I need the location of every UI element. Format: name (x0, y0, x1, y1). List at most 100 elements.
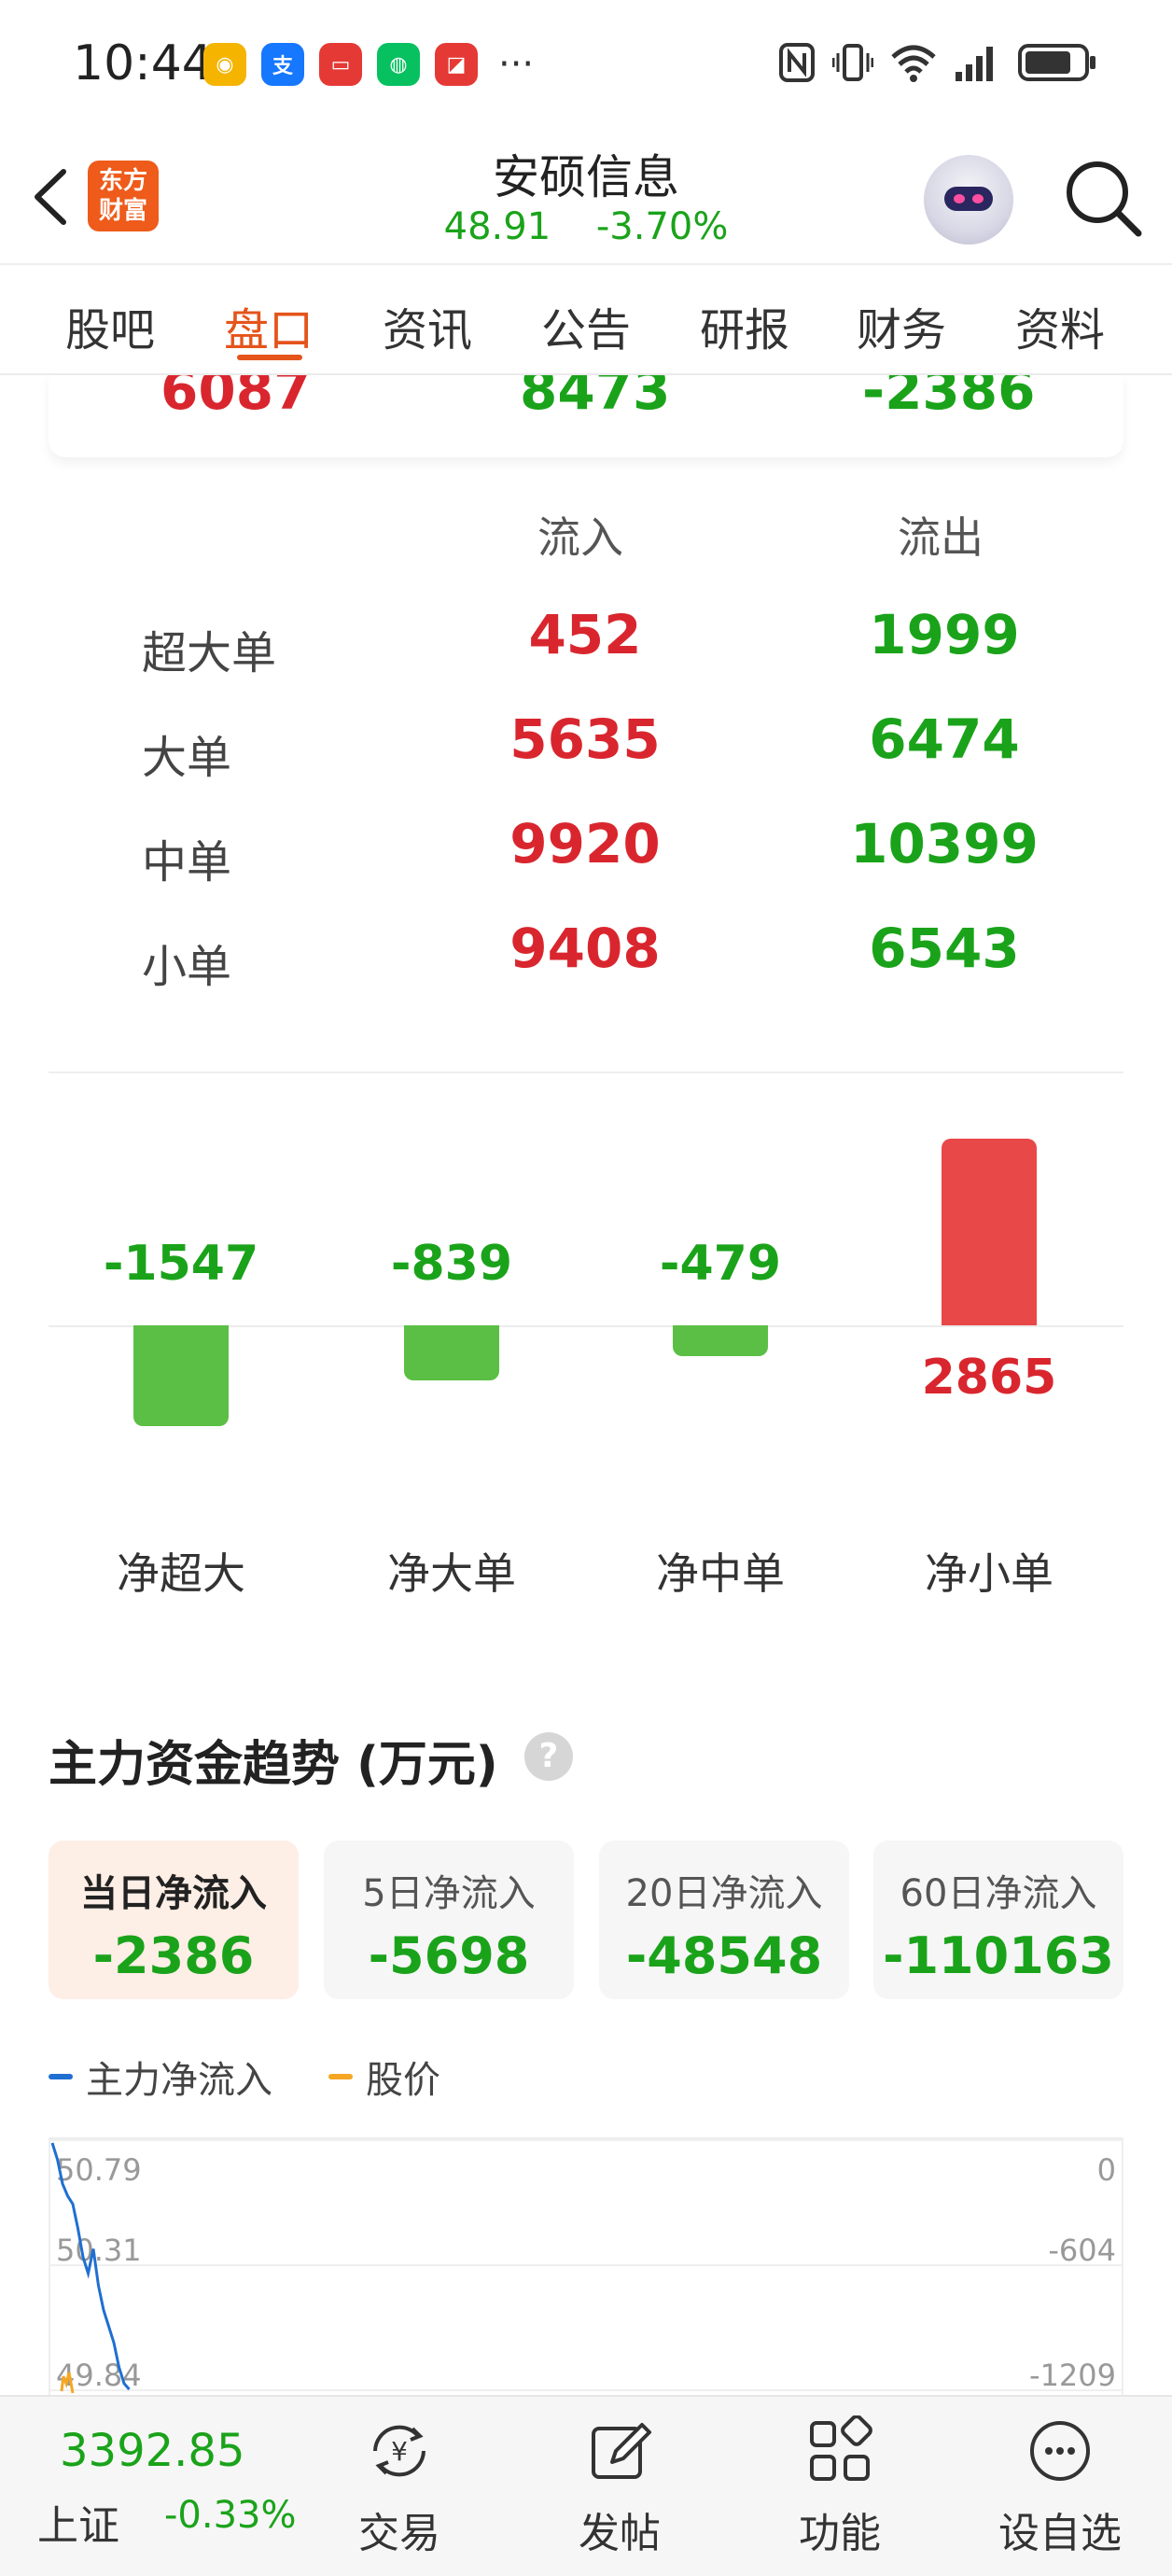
svg-text:¥: ¥ (391, 2436, 408, 2467)
net-bar-value: -839 (390, 1236, 513, 1292)
legend-label: 主力净流入 (86, 2059, 272, 2102)
trend-line-svg (50, 2142, 131, 2394)
summary-card: 6087 8473 -2386 (49, 375, 1123, 457)
row-in-value: 452 (528, 603, 642, 666)
huawei-mall-icon: ◪ (435, 43, 478, 86)
index-change[interactable]: -0.33% (164, 2494, 297, 2537)
more-circle-icon (1025, 2415, 1095, 2486)
trade-icon: ¥ (364, 2415, 435, 2486)
bottom-nav: 3392.85 上证 -0.33% ¥ 交易 发帖 功能 设自选 (0, 2395, 1172, 2576)
nav-label: 功能 (799, 2510, 881, 2557)
nfc-icon (778, 41, 816, 84)
period-tab-today[interactable]: 当日净流入 -2386 (49, 1841, 299, 1999)
nav-functions[interactable]: 功能 (756, 2415, 924, 2559)
net-bar-category: 净中单 (656, 1548, 785, 1599)
tab-research[interactable]: 研报 (700, 293, 789, 358)
signal-icon (954, 41, 1000, 84)
search-icon[interactable] (1060, 155, 1144, 239)
period-value: -2386 (92, 1926, 255, 1985)
col-head-out: 流出 (898, 512, 984, 563)
tab-news[interactable]: 资讯 (383, 293, 472, 358)
nav-trade[interactable]: ¥ 交易 (315, 2415, 483, 2559)
period-tab-5d[interactable]: 5日净流入 -5698 (324, 1841, 574, 1999)
summary-value-3: -2386 (862, 375, 1036, 422)
index-value[interactable]: 3392.85 (60, 2425, 245, 2477)
vibrate-icon (832, 41, 873, 84)
row-in-value: 9920 (509, 812, 661, 875)
period-tab-20d[interactable]: 20日净流入 -48548 (599, 1841, 849, 1999)
legend-item-price: 股价 (328, 2050, 440, 2104)
stock-price: 48.91 (443, 205, 551, 248)
row-out-value: 6474 (869, 707, 1020, 771)
status-indicators (778, 41, 1097, 84)
net-flow-chart: -1547 净超大 -839 净大单 -479 净中单 2865 净小单 (0, 1073, 1172, 1633)
wifi-icon (890, 41, 937, 84)
period-value: -110163 (883, 1926, 1114, 1985)
row-label: 小单 (142, 941, 232, 993)
net-bar-value: 2865 (921, 1350, 1057, 1406)
col-head-in: 流入 (537, 512, 623, 563)
legend-item-main-flow: 主力净流入 (49, 2050, 272, 2104)
net-bar-category: 净大单 (387, 1548, 516, 1599)
legend-label: 股价 (366, 2059, 440, 2102)
price-line (60, 2372, 75, 2394)
trend-chart[interactable]: 50.79 50.31 49.84 0 -604 -1209 (49, 2137, 1123, 2399)
period-label: 20日净流入 (625, 1872, 823, 1915)
tab-pankou[interactable]: 盘口 (224, 293, 314, 358)
net-bar-category: 净小单 (925, 1548, 1053, 1599)
robot-assistant-icon[interactable] (924, 155, 1013, 245)
index-name[interactable]: 上证 (37, 2492, 119, 2552)
summary-value-1: 6087 (160, 375, 312, 422)
nav-add-watchlist[interactable]: 设自选 (976, 2415, 1144, 2559)
grid-apps-icon (804, 2415, 875, 2486)
trend-title: 主力资金趋势 (万元) (49, 1737, 498, 1793)
alipay-icon: 支 (261, 43, 304, 86)
row-out-value: 6543 (869, 917, 1020, 980)
net-bar-category: 净超大 (117, 1548, 245, 1599)
period-label: 当日净流入 (80, 1872, 267, 1915)
net-bar-value: -1547 (103, 1236, 259, 1292)
tab-active-underline (237, 355, 302, 360)
help-icon[interactable]: ? (524, 1732, 573, 1781)
nav-post[interactable]: 发帖 (536, 2415, 704, 2559)
period-value: -5698 (368, 1926, 530, 1985)
wechat-icon: ◍ (377, 43, 420, 86)
nav-label: 发帖 (579, 2510, 661, 2557)
battery-icon (1017, 41, 1097, 84)
summary-value-2: 8473 (520, 375, 671, 422)
edit-post-icon (584, 2415, 655, 2486)
row-label: 超大单 (142, 627, 277, 679)
legend-swatch (49, 2074, 73, 2079)
row-out-value: 1999 (869, 603, 1020, 666)
period-label: 60日净流入 (900, 1872, 1097, 1915)
row-label: 大单 (142, 732, 232, 784)
reader-icon: ▭ (319, 43, 362, 86)
tab-announcements[interactable]: 公告 (541, 293, 631, 358)
net-bar (673, 1325, 768, 1357)
stock-change-pct: -3.70% (595, 205, 729, 248)
nav-label: 设自选 (998, 2510, 1122, 2557)
period-value: -48548 (625, 1926, 823, 1985)
status-app-icons: ◉ 支 ▭ ◍ ◪ ··· (203, 43, 534, 86)
tab-profile[interactable]: 资料 (1015, 293, 1105, 358)
net-bar (133, 1325, 229, 1426)
nav-label: 交易 (358, 2510, 440, 2557)
weibo-icon: ◉ (203, 43, 246, 86)
period-tab-60d[interactable]: 60日净流入 -110163 (873, 1841, 1123, 1999)
trend-legend: 主力净流入 股价 (49, 2050, 496, 2104)
period-selector: 当日净流入 -2386 5日净流入 -5698 20日净流入 -48548 60… (49, 1841, 1123, 1999)
status-time: 10:44 (73, 35, 213, 91)
more-notifications-icon: ··· (498, 43, 535, 86)
legend-swatch (328, 2074, 353, 2079)
period-label: 5日净流入 (362, 1872, 536, 1915)
row-in-value: 9408 (509, 917, 661, 980)
tab-bar: 股吧 盘口 资讯 公告 研报 财务 资料 (0, 265, 1172, 375)
main-flow-line (50, 2142, 131, 2390)
net-bar (404, 1325, 499, 1380)
net-bar (942, 1139, 1037, 1325)
tab-finance[interactable]: 财务 (857, 293, 946, 358)
net-bar-value: -479 (659, 1236, 782, 1292)
row-out-value: 10399 (850, 812, 1039, 875)
status-bar: 10:44 ◉ 支 ▭ ◍ ◪ ··· (0, 0, 1172, 131)
tab-guba[interactable]: 股吧 (65, 293, 155, 358)
